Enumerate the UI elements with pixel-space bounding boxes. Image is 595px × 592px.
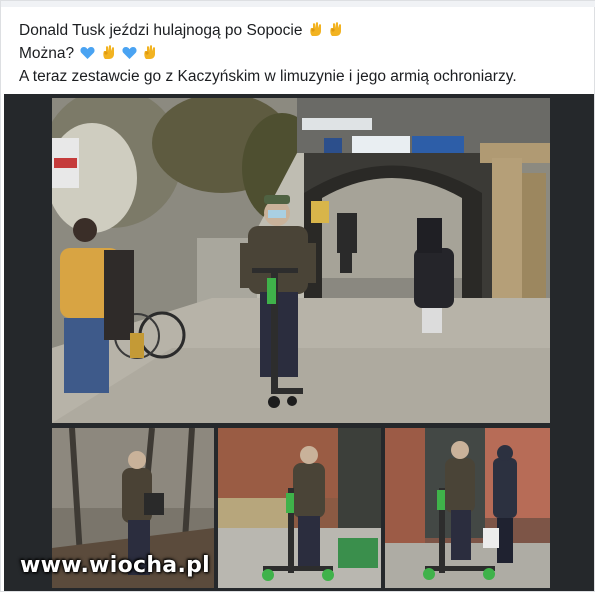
post-top-divider: [1, 1, 595, 7]
post-text: Donald Tusk jeździ hulajnogą po Sopocie …: [19, 20, 589, 87]
post-line-2-text: Można?: [19, 45, 75, 62]
post-line-2: Można?: [19, 43, 589, 66]
watermark-text: www.wiocha.pl: [20, 553, 210, 578]
ok-hand-emoji-icon: [143, 44, 157, 66]
post-line-1-text: Donald Tusk jeździ hulajnogą po Sopocie: [19, 22, 303, 39]
main-photo-scene: [52, 98, 550, 423]
post-line-1: Donald Tusk jeździ hulajnogą po Sopocie: [19, 20, 589, 43]
bottom-photo-3-scene: [385, 428, 550, 588]
bottom-photo-3[interactable]: [385, 428, 550, 588]
main-photo[interactable]: [52, 98, 550, 423]
post-line-3: A teraz zestawcie go z Kaczyńskim w limu…: [19, 68, 517, 85]
bottom-photo-2-scene: [218, 428, 381, 588]
bottom-photo-2[interactable]: [218, 428, 381, 588]
blue-heart-emoji-icon: [122, 45, 137, 66]
post-photo-collage[interactable]: www.wiocha.pl: [4, 94, 594, 591]
blue-heart-emoji-icon: [80, 45, 95, 66]
post-card: Donald Tusk jeździ hulajnogą po Sopocie …: [0, 0, 595, 592]
ok-hand-emoji-icon: [102, 44, 116, 66]
ok-hand-emoji-icon: [309, 21, 323, 43]
ok-hand-emoji-icon: [329, 21, 343, 43]
